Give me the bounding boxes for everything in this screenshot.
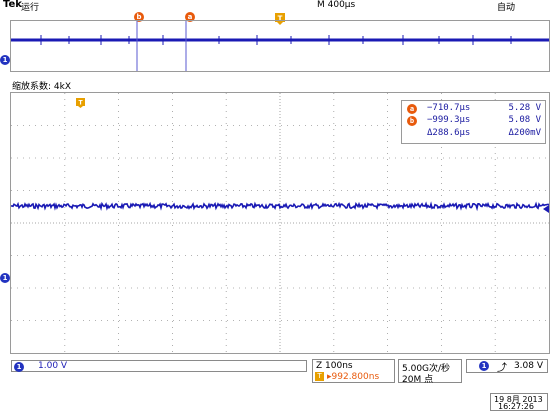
cursor-a-time: −710.7µs (427, 103, 471, 113)
cursor-a-voltage: 5.28 V (508, 103, 541, 113)
brand-logo: Tek (3, 0, 22, 10)
channel-1-volts-per-div: 1.00 V (38, 361, 68, 371)
rising-edge-icon: ⤴ (497, 363, 507, 374)
overview-waveform-window[interactable] (10, 20, 550, 72)
trigger-t-icon: T (76, 98, 85, 108)
trigger-level: 3.08 V (513, 361, 543, 371)
cursor-a-badge: a (407, 104, 417, 114)
arrow-left-icon (543, 205, 549, 213)
date-time-readout: 19 8月 2013 16:27:26 (490, 393, 548, 411)
cursor-b-row: b −999.3µs 5.08 V (402, 115, 547, 127)
timebase-readout[interactable]: M 400µs (317, 0, 355, 10)
record-length: 20M 点 (402, 375, 434, 385)
trigger-offset-icon: T (315, 372, 324, 381)
cursor-b-voltage: 5.08 V (508, 115, 541, 125)
run-state[interactable]: 运行 (21, 0, 39, 13)
zoom-time-per-div: Z 100ns (316, 361, 353, 371)
trigger-channel-badge: 1 (479, 361, 489, 371)
zoom-trigger-marker[interactable]: T (76, 93, 85, 108)
trigger-level-marker[interactable] (541, 198, 549, 213)
delta-time: Δ288.6µs (427, 128, 471, 138)
channel-1-badge: 1 (14, 362, 24, 372)
channel-1-ground-marker[interactable]: 1 (0, 273, 10, 283)
cursor-a-row: a −710.7µs 5.28 V (402, 103, 547, 115)
trigger-readout[interactable]: 1 ⤴ 3.08 V (466, 359, 548, 374)
cursor-delta-row: Δ288.6µs Δ200mV (402, 128, 547, 140)
overview-trace-svg (11, 21, 549, 71)
cursor-measurement-panel: a −710.7µs 5.28 V b −999.3µs 5.08 V Δ288… (401, 100, 546, 144)
channel-1-scale-readout[interactable]: 1 1.00 V (11, 360, 307, 372)
delta-voltage: Δ200mV (508, 128, 541, 138)
cursor-b-time: −999.3µs (427, 115, 471, 125)
acquisition-readout[interactable]: 5.00G次/秒 20M 点 (398, 359, 462, 385)
trigger-mode[interactable]: 自动 (497, 0, 515, 13)
zoom-timebase-readout[interactable]: Z 100ns T ▸992.800ns (312, 359, 395, 383)
overview-channel-1-marker[interactable]: 1 (0, 55, 10, 65)
zoom-offset: ▸992.800ns (327, 372, 380, 382)
time: 16:27:26 (498, 402, 534, 411)
cursor-b-badge: b (407, 116, 417, 126)
zoom-factor-label: 缩放系数: 4kX (12, 82, 71, 92)
